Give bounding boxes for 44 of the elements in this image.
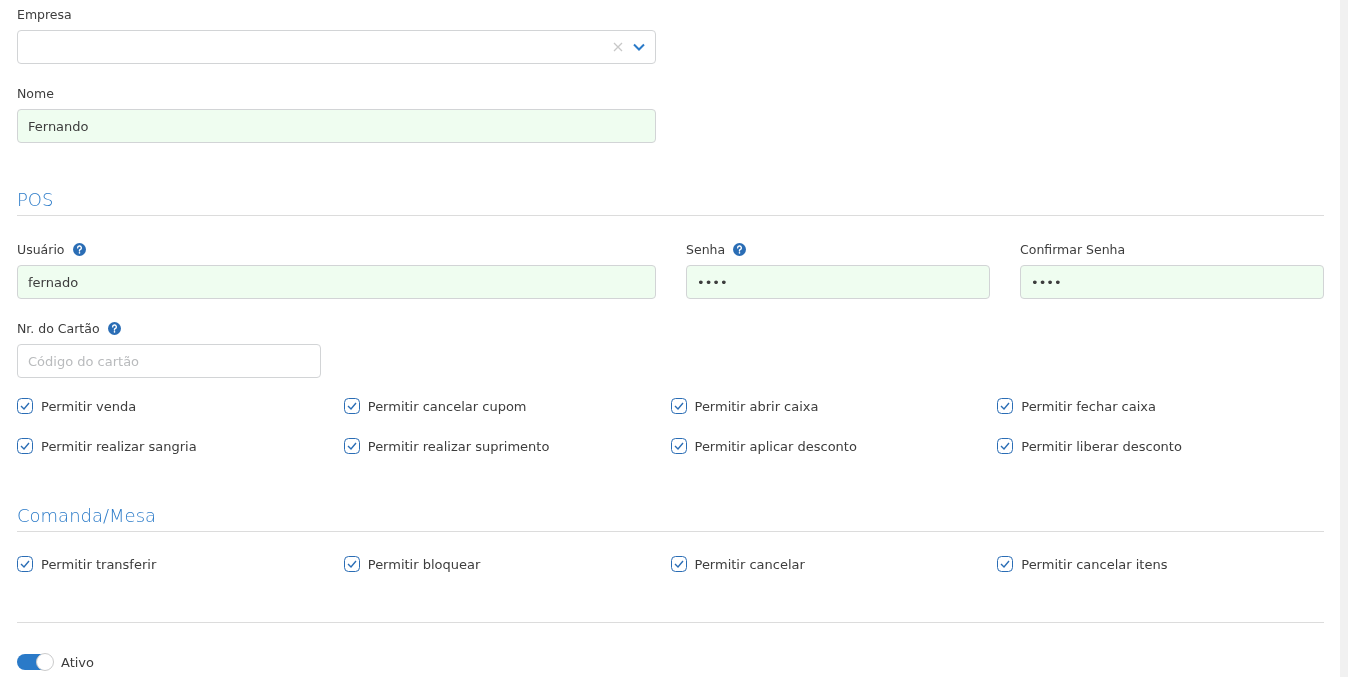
select-field[interactable] xyxy=(17,30,656,64)
field-label: Confirmar Senha xyxy=(1020,241,1126,257)
checkbox-label[interactable]: Permitir liberar desconto xyxy=(1021,438,1182,454)
checkbox[interactable] xyxy=(343,398,360,414)
checkbox[interactable] xyxy=(997,556,1014,572)
checkbox[interactable] xyxy=(343,556,360,572)
section-title: Comanda/Mesa xyxy=(17,504,157,528)
toggle-switch[interactable] xyxy=(17,654,53,670)
checkbox[interactable] xyxy=(343,438,360,454)
input-field[interactable]: •••• xyxy=(686,265,990,299)
toggle-label: Ativo xyxy=(61,654,95,670)
field-label: Senha xyxy=(686,241,726,257)
checkbox-label[interactable]: Permitir realizar sangria xyxy=(41,438,197,454)
checkbox-label[interactable]: Permitir bloquear xyxy=(367,556,481,572)
checkbox-label[interactable]: Permitir aplicar desconto xyxy=(694,438,857,454)
input-field[interactable]: Código do cartão xyxy=(17,344,321,378)
field-label: Usuário xyxy=(17,241,65,257)
chevron-down-icon[interactable] xyxy=(633,43,645,51)
help-icon[interactable] xyxy=(733,242,747,256)
section-title: POS xyxy=(17,188,54,212)
checkbox[interactable] xyxy=(670,438,687,454)
help-icon[interactable] xyxy=(72,242,86,256)
checkbox-label[interactable]: Permitir realizar suprimento xyxy=(367,438,550,454)
checkbox[interactable] xyxy=(997,438,1014,454)
checkbox[interactable] xyxy=(670,398,687,414)
checkbox[interactable] xyxy=(670,556,687,572)
checkbox-label[interactable]: Permitir cancelar itens xyxy=(1021,556,1168,572)
checkbox-label[interactable]: Permitir venda xyxy=(41,398,137,414)
input-field[interactable]: •••• xyxy=(1020,265,1324,299)
checkbox[interactable] xyxy=(17,556,33,572)
checkbox[interactable] xyxy=(17,438,33,454)
field-label: Nome xyxy=(17,85,54,101)
help-icon[interactable] xyxy=(107,321,121,335)
field-label: Nr. do Cartão xyxy=(17,320,100,336)
checkbox-label[interactable]: Permitir transferir xyxy=(41,556,157,572)
field-label: Empresa xyxy=(17,6,72,22)
checkbox-label[interactable]: Permitir cancelar cupom xyxy=(367,398,527,414)
checkbox-label[interactable]: Permitir abrir caixa xyxy=(694,398,819,414)
checkbox[interactable] xyxy=(997,398,1014,414)
checkbox-label[interactable]: Permitir cancelar xyxy=(694,556,805,572)
checkbox[interactable] xyxy=(17,398,33,414)
input-field[interactable]: fernado xyxy=(17,265,656,299)
input-field[interactable]: Fernando xyxy=(17,109,656,143)
checkbox-label[interactable]: Permitir fechar caixa xyxy=(1021,398,1156,414)
